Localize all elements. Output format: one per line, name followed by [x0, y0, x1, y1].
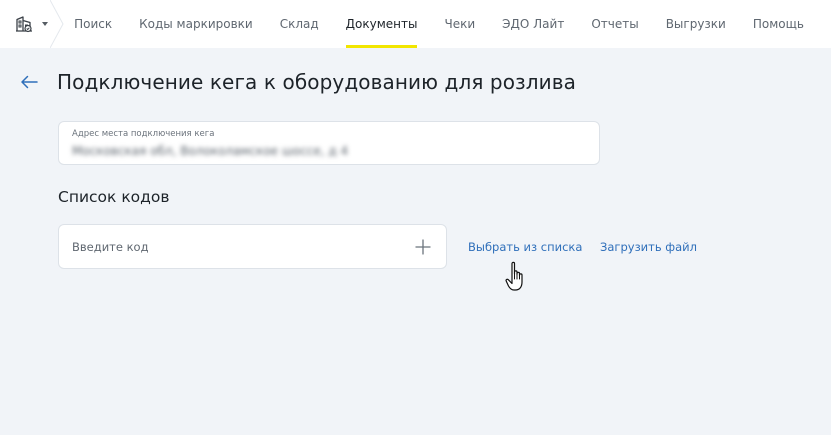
code-input-box[interactable]	[58, 224, 447, 269]
nav-item-exports[interactable]: Выгрузки	[666, 0, 726, 48]
nav-item-documents[interactable]: Документы	[345, 0, 417, 48]
address-field-label: Адрес места подключения кега	[72, 129, 215, 139]
top-navigation-bar: Поиск Коды маркировки Склад Документы Че…	[0, 0, 831, 48]
building-icon	[16, 16, 32, 33]
codes-section-title: Список кодов	[58, 188, 170, 206]
hand-cursor-icon	[505, 261, 523, 291]
breadcrumb-divider	[50, 0, 64, 48]
chevron-down-icon	[42, 22, 48, 26]
plus-icon[interactable]	[414, 238, 432, 256]
nav-item-receipts[interactable]: Чеки	[444, 0, 475, 48]
app-switcher[interactable]	[0, 0, 64, 48]
nav-item-reports[interactable]: Отчеты	[591, 0, 638, 48]
select-from-list-link[interactable]: Выбрать из списка	[468, 240, 582, 254]
address-field-value[interactable]: Московская обл, Волоколамское шоссе, д 4	[72, 144, 586, 158]
address-field[interactable]: Адрес места подключения кега Московская …	[58, 121, 600, 165]
nav-item-marking-codes[interactable]: Коды маркировки	[139, 0, 253, 48]
nav-item-edo-lite[interactable]: ЭДО Лайт	[502, 0, 564, 48]
code-input[interactable]	[72, 239, 392, 254]
upload-file-link[interactable]: Загрузить файл	[600, 240, 697, 254]
main-nav: Поиск Коды маркировки Склад Документы Че…	[74, 0, 831, 48]
page-title: Подключение кега к оборудованию для розл…	[57, 70, 577, 94]
nav-item-search[interactable]: Поиск	[74, 0, 112, 48]
arrow-left-icon[interactable]	[18, 71, 40, 93]
page-header: Подключение кега к оборудованию для розл…	[18, 70, 576, 94]
nav-item-warehouse[interactable]: Склад	[280, 0, 319, 48]
nav-item-help[interactable]: Помощь	[753, 0, 804, 48]
